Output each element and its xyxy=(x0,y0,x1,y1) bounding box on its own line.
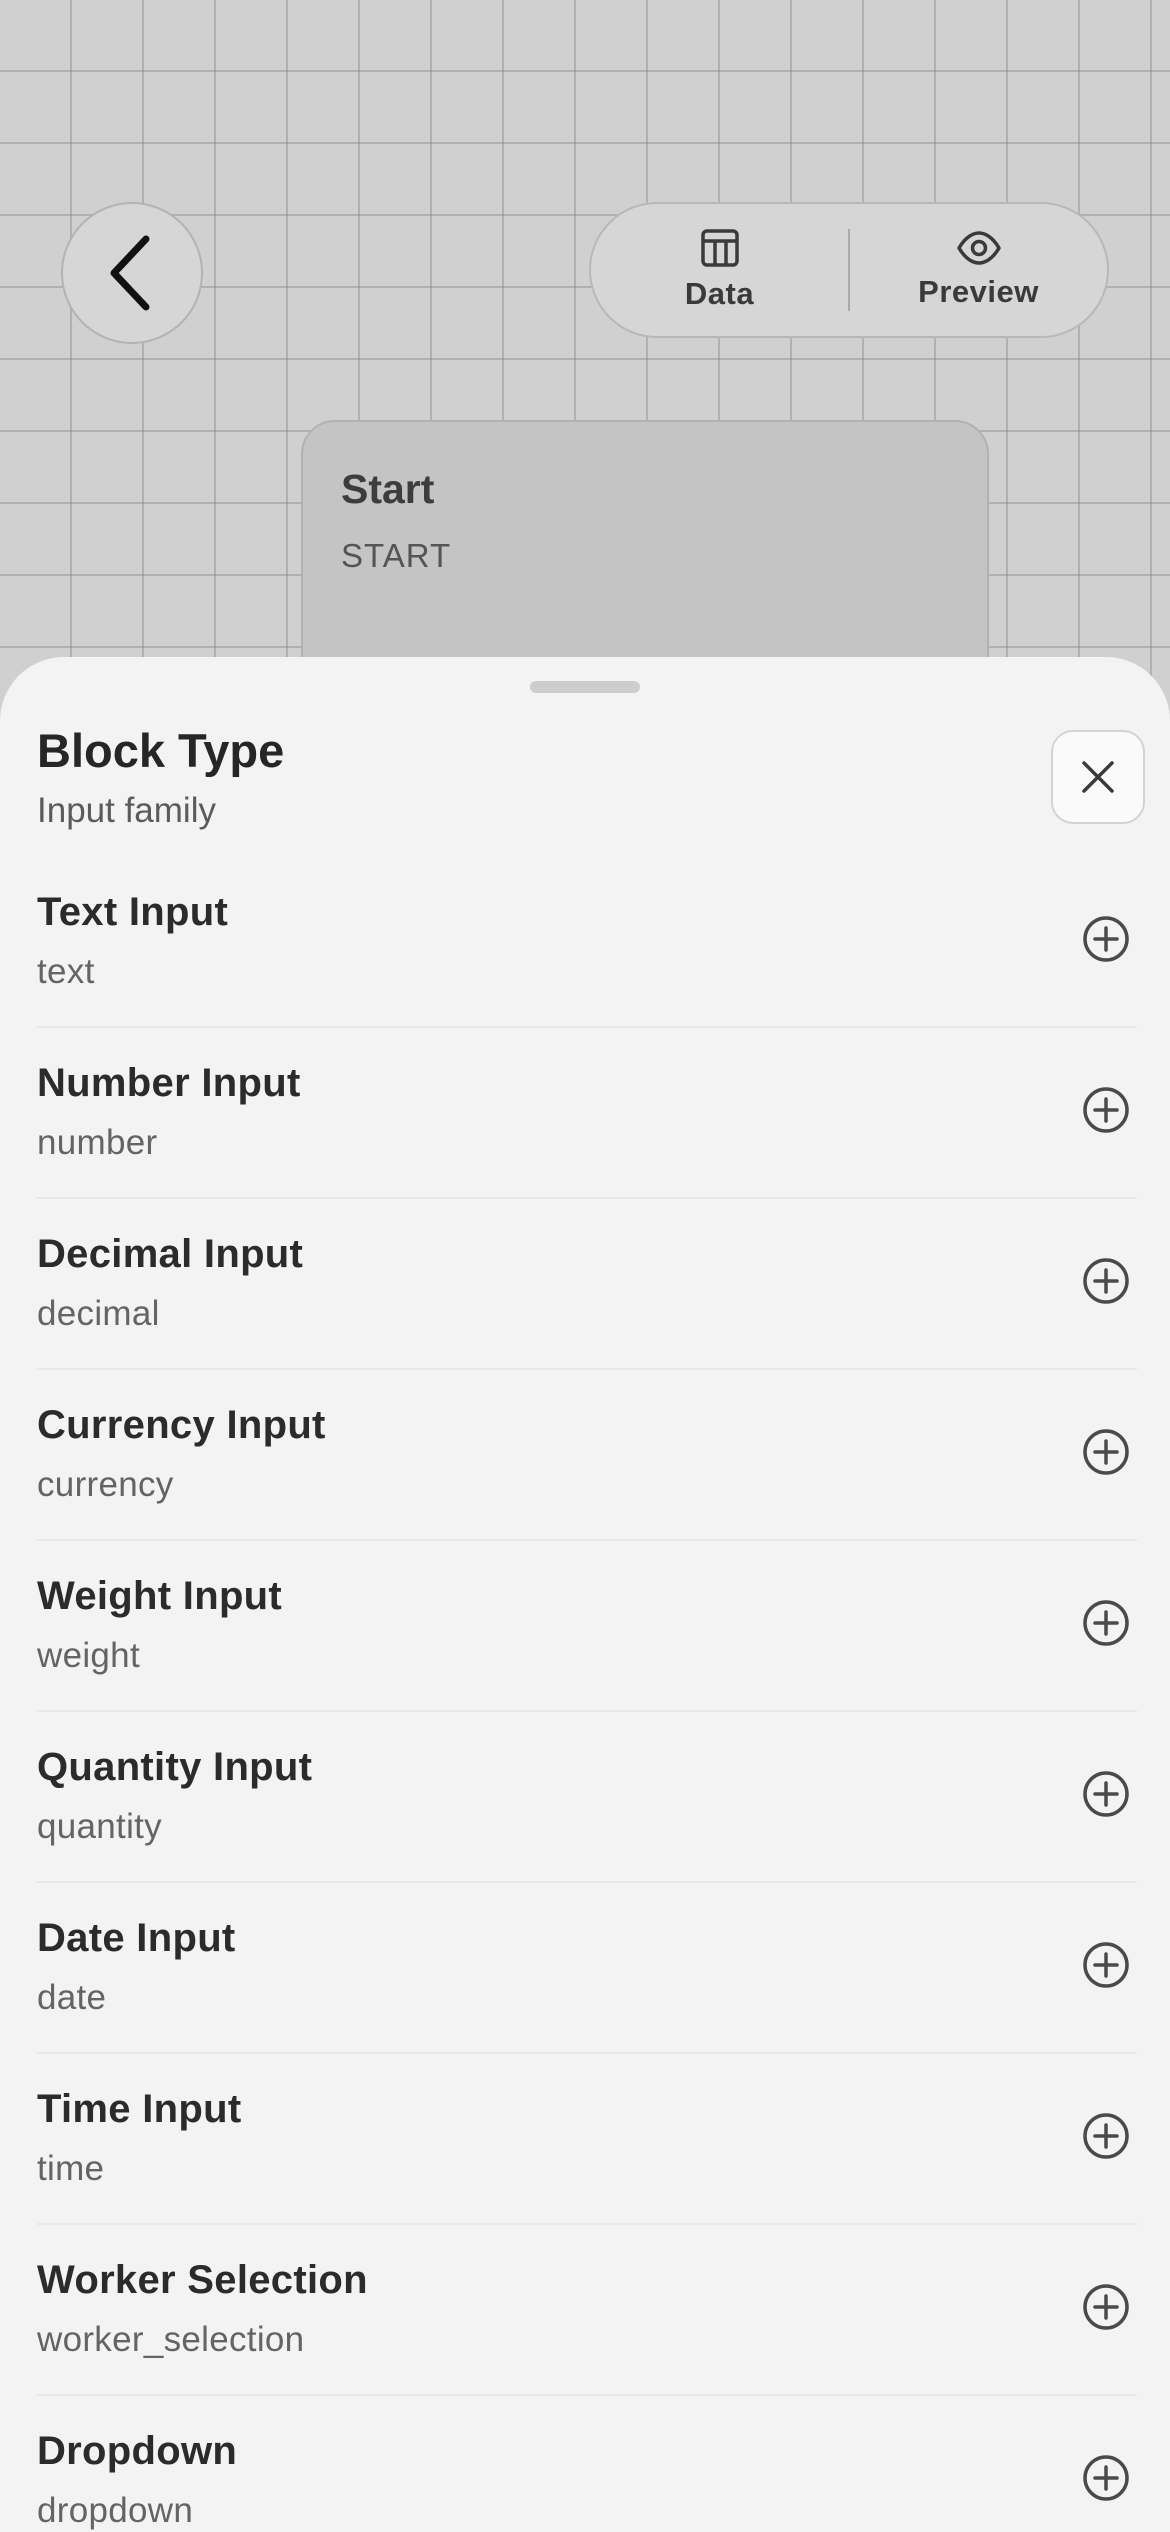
add-block-button[interactable] xyxy=(1080,1255,1132,1307)
block-type-label: Time Input xyxy=(37,2087,242,2131)
plus-circle-icon xyxy=(1083,916,1129,962)
block-type-key: quantity xyxy=(37,1807,162,1846)
plus-circle-icon xyxy=(1083,1942,1129,1988)
list-item[interactable]: Worker Selection worker_selection xyxy=(37,2225,1137,2396)
add-block-button[interactable] xyxy=(1080,913,1132,965)
preview-button[interactable]: Preview xyxy=(850,204,1107,336)
plus-circle-icon xyxy=(1083,1600,1129,1646)
block-type-list: Text Input text Number Input number Decimal … xyxy=(0,857,1170,2532)
plus-circle-icon xyxy=(1083,2113,1129,2159)
close-icon xyxy=(1082,761,1114,793)
data-button-label: Data xyxy=(684,276,755,311)
list-item[interactable]: Currency Input currency xyxy=(37,1370,1137,1541)
block-type-label: Weight Input xyxy=(37,1574,283,1618)
plus-circle-icon xyxy=(1083,1429,1129,1475)
add-block-button[interactable] xyxy=(1080,1426,1132,1478)
eye-icon xyxy=(956,231,1001,265)
add-block-button[interactable] xyxy=(1080,1939,1132,1991)
block-type-key: worker_selection xyxy=(37,2320,305,2359)
add-block-button[interactable] xyxy=(1080,2281,1132,2333)
list-item[interactable]: Time Input time xyxy=(37,2054,1137,2225)
sheet-subtitle: Input family xyxy=(37,791,216,830)
back-button[interactable] xyxy=(61,202,203,344)
block-type-label: Dropdown xyxy=(37,2429,238,2473)
table-icon xyxy=(700,229,739,267)
block-type-key: number xyxy=(37,1123,158,1162)
sheet-drag-handle[interactable] xyxy=(530,681,640,693)
add-block-button[interactable] xyxy=(1080,1597,1132,1649)
preview-button-label: Preview xyxy=(918,274,1039,309)
chevron-left-icon xyxy=(110,235,150,311)
block-type-key: currency xyxy=(37,1465,174,1504)
block-type-key: weight xyxy=(37,1636,140,1675)
block-type-label: Decimal Input xyxy=(37,1232,304,1276)
block-type-label: Quantity Input xyxy=(37,1745,313,1789)
block-type-key: date xyxy=(37,1978,107,2017)
block-type-label: Currency Input xyxy=(37,1403,326,1447)
plus-circle-icon xyxy=(1083,1258,1129,1304)
block-type-key: text xyxy=(37,952,95,991)
plus-circle-icon xyxy=(1083,1087,1129,1133)
add-block-button[interactable] xyxy=(1080,2110,1132,2162)
sheet-title: Block Type xyxy=(37,724,285,777)
list-item[interactable]: Decimal Input decimal xyxy=(37,1199,1137,1370)
add-block-button[interactable] xyxy=(1080,1768,1132,1820)
block-type-key: time xyxy=(37,2149,105,2188)
block-type-label: Worker Selection xyxy=(37,2258,368,2302)
add-block-button[interactable] xyxy=(1080,2452,1132,2504)
list-item[interactable]: Quantity Input quantity xyxy=(37,1712,1137,1883)
list-item[interactable]: Dropdown dropdown xyxy=(37,2396,1137,2532)
data-button[interactable]: Data xyxy=(591,204,848,336)
plus-circle-icon xyxy=(1083,1771,1129,1817)
block-type-label: Number Input xyxy=(37,1061,301,1105)
plus-circle-icon xyxy=(1083,2455,1129,2501)
list-item[interactable]: Weight Input weight xyxy=(37,1541,1137,1712)
top-toolbar: Data Preview xyxy=(589,202,1109,338)
start-node-subtitle: START xyxy=(341,537,452,574)
block-type-sheet: Block Type Input family Text Input text Nu… xyxy=(0,657,1170,2532)
add-block-button[interactable] xyxy=(1080,1084,1132,1136)
block-type-label: Text Input xyxy=(37,890,229,934)
list-item[interactable]: Text Input text xyxy=(37,857,1137,1028)
list-item[interactable]: Number Input number xyxy=(37,1028,1137,1199)
block-type-key: dropdown xyxy=(37,2491,194,2530)
block-type-label: Date Input xyxy=(37,1916,236,1960)
close-button[interactable] xyxy=(1051,730,1145,824)
list-item[interactable]: Date Input date xyxy=(37,1883,1137,2054)
plus-circle-icon xyxy=(1083,2284,1129,2330)
start-node-title: Start xyxy=(341,466,435,512)
block-type-key: decimal xyxy=(37,1294,160,1333)
